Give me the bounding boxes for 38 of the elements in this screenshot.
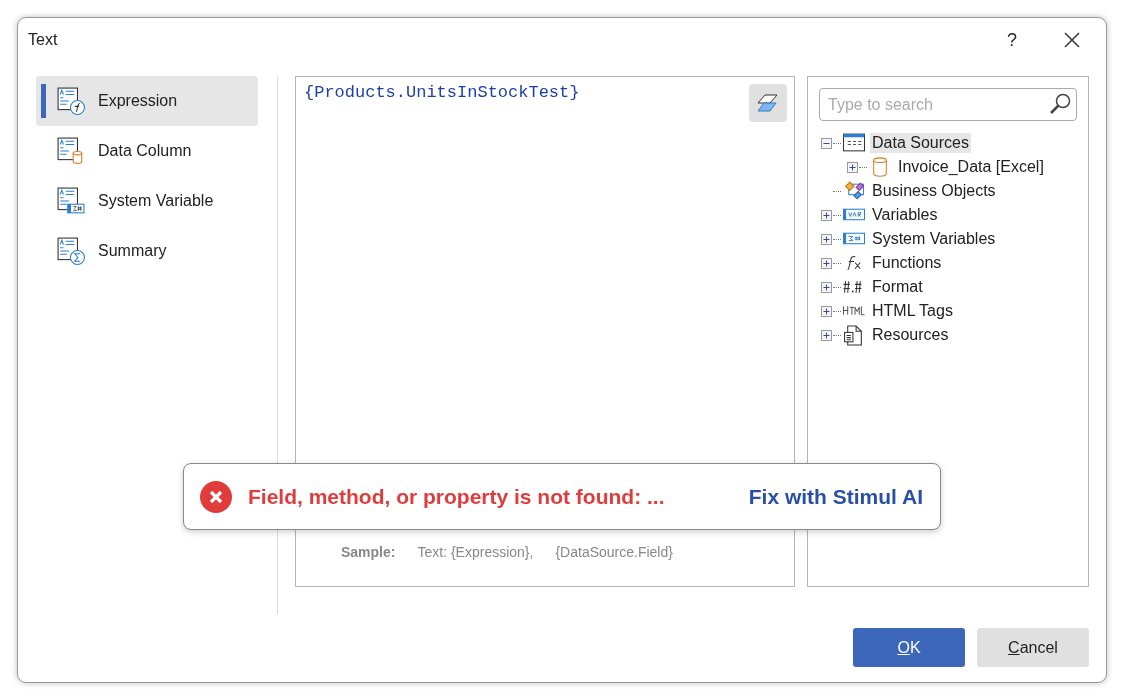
expand-button[interactable] bbox=[821, 305, 832, 317]
sidebar-item[interactable]: Data Column bbox=[36, 126, 258, 176]
sample-label: Sample: bbox=[341, 544, 396, 560]
datasources-icon bbox=[842, 132, 866, 154]
expand-button[interactable] bbox=[821, 329, 832, 341]
sidebar-item[interactable]: Summary bbox=[36, 226, 258, 276]
tree-item[interactable]: HTML Tags bbox=[870, 301, 955, 321]
search-icon[interactable] bbox=[1048, 92, 1072, 116]
tree-item[interactable]: Format bbox=[870, 277, 925, 297]
sidebar-item[interactable]: System Variable bbox=[36, 176, 258, 226]
search-field[interactable]: Type to search bbox=[819, 88, 1077, 121]
tree-item[interactable]: Invoice_Data [Excel] bbox=[896, 157, 1046, 177]
tree-item[interactable]: Business Objects bbox=[870, 181, 998, 201]
sysvar-icon bbox=[56, 187, 86, 215]
ok-button[interactable]: OK bbox=[853, 628, 965, 667]
collapse-button[interactable] bbox=[821, 137, 832, 149]
expression-text: {Products.UnitsInStockTest} bbox=[303, 82, 581, 104]
tree-item[interactable]: Variables bbox=[870, 205, 940, 225]
tree-item[interactable]: Data Sources bbox=[870, 133, 971, 153]
error-icon bbox=[200, 480, 232, 513]
expand-button[interactable] bbox=[847, 161, 858, 173]
help-button[interactable]: ? bbox=[1000, 29, 1024, 51]
eraser-icon[interactable] bbox=[749, 84, 787, 122]
cancel-button[interactable]: Cancel bbox=[977, 628, 1089, 667]
tree-item[interactable]: System Variables bbox=[870, 229, 998, 249]
tree-item[interactable]: Resources bbox=[870, 325, 951, 345]
tree-item[interactable]: Functions bbox=[870, 253, 944, 273]
summary-icon bbox=[56, 237, 86, 265]
window-title: Text bbox=[28, 31, 59, 49]
expression-icon bbox=[56, 87, 86, 115]
business-icon bbox=[842, 180, 866, 202]
expand-button[interactable] bbox=[821, 233, 832, 245]
expand-button[interactable] bbox=[821, 209, 832, 221]
expand-button[interactable] bbox=[821, 281, 832, 293]
sample-text: Text: {Expression}, bbox=[417, 544, 534, 560]
expand-button[interactable] bbox=[821, 257, 832, 269]
sample-text: {DataSource.Field} bbox=[555, 544, 673, 560]
sidebar-item[interactable]: Expression bbox=[36, 76, 258, 126]
